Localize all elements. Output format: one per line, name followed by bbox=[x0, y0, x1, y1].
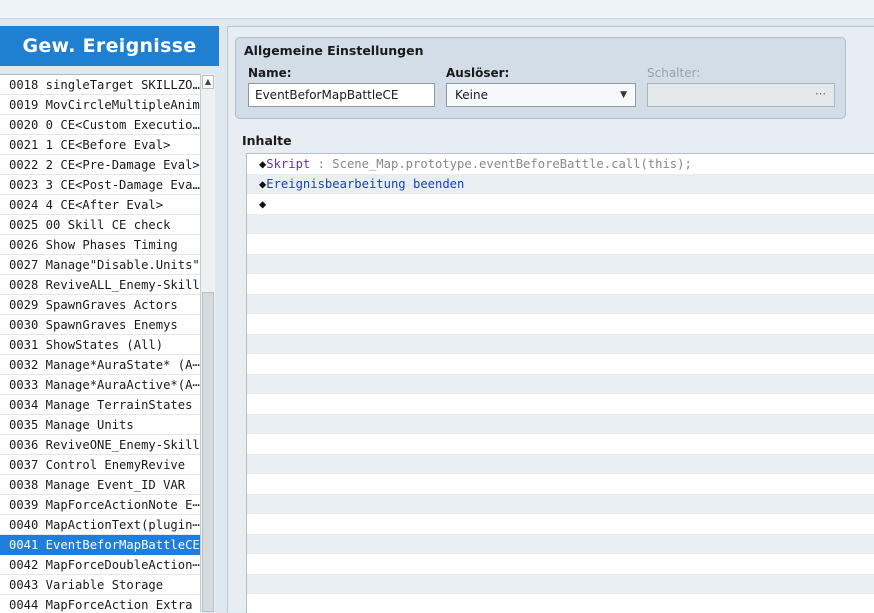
list-item[interactable]: 0036 ReviveONE_Enemy-Skill bbox=[0, 435, 200, 455]
event-commands-list[interactable]: ◆ Skript : Scene_Map.prototype.eventBefor… bbox=[246, 153, 874, 613]
switch-label: Schalter: bbox=[647, 66, 701, 80]
empty-command-row[interactable] bbox=[247, 514, 874, 534]
list-item[interactable]: 0021 1 CE<Before Eval> bbox=[0, 135, 200, 155]
list-item[interactable]: 0031 ShowStates (All) bbox=[0, 335, 200, 355]
empty-command-row[interactable] bbox=[247, 294, 874, 314]
empty-command-row[interactable] bbox=[247, 314, 874, 334]
list-item[interactable]: 0030 SpawnGraves Enemys bbox=[0, 315, 200, 335]
command-text: Ereignisbearbeitung beenden bbox=[266, 177, 465, 191]
switch-field: ⋯ bbox=[647, 83, 835, 107]
list-item[interactable]: 0044 MapForceAction Extra bbox=[0, 595, 200, 613]
list-item[interactable]: 0033 Manage*AuraActive*(A⋯ bbox=[0, 375, 200, 395]
list-item[interactable]: 0028 ReviveALL_Enemy-Skill bbox=[0, 275, 200, 295]
scroll-up-icon[interactable]: ▲ bbox=[202, 75, 214, 89]
common-events-list[interactable]: 0018 singleTarget SKILLZOOM 0019 MovCircl… bbox=[0, 74, 200, 613]
command-code: Scene_Map.prototype.eventBeforeBattle.ca… bbox=[332, 157, 692, 171]
list-item[interactable]: 0035 Manage Units bbox=[0, 415, 200, 435]
empty-command-row[interactable] bbox=[247, 474, 874, 494]
top-toolbar bbox=[0, 0, 874, 19]
list-item[interactable]: 0034 Manage TerrainStates bbox=[0, 395, 200, 415]
chevron-down-icon: ▼ bbox=[620, 90, 627, 100]
empty-command-row[interactable] bbox=[247, 434, 874, 454]
command-keyword: Skript bbox=[266, 157, 311, 171]
list-item[interactable]: 0023 3 CE<Post-Damage Eval> bbox=[0, 175, 200, 195]
list-item[interactable]: 0018 singleTarget SKILLZOOM bbox=[0, 75, 200, 95]
command-row[interactable]: ◆Ereignisbearbeitung beenden bbox=[247, 174, 874, 194]
common-events-panel: Gew. Ereignisse 0018 singleTarget SKILLZ… bbox=[0, 26, 219, 613]
list-item[interactable]: 0022 2 CE<Pre-Damage Eval> bbox=[0, 155, 200, 175]
contents-title: Inhalte bbox=[242, 133, 292, 148]
panel-title: Gew. Ereignisse bbox=[0, 26, 219, 66]
empty-command-row[interactable] bbox=[247, 254, 874, 274]
empty-command-row[interactable] bbox=[247, 394, 874, 414]
list-item[interactable]: 0025 00 Skill CE check bbox=[0, 215, 200, 235]
trigger-label: Auslöser: bbox=[446, 66, 510, 80]
trigger-select-value: Keine bbox=[455, 88, 488, 102]
empty-command-row[interactable] bbox=[247, 594, 874, 613]
scroll-thumb[interactable] bbox=[202, 292, 214, 612]
name-label: Name: bbox=[248, 66, 292, 80]
empty-command-row[interactable] bbox=[247, 354, 874, 374]
list-item[interactable]: 0043 Variable Storage bbox=[0, 575, 200, 595]
empty-command-row[interactable] bbox=[247, 534, 874, 554]
empty-command-row[interactable] bbox=[247, 274, 874, 294]
list-item[interactable]: 0037 Control EnemyRevive bbox=[0, 455, 200, 475]
empty-command-row[interactable] bbox=[247, 454, 874, 474]
command-separator: : bbox=[310, 157, 333, 171]
command-row[interactable]: ◆Skript : Scene_Map.prototype.eventBefor… bbox=[247, 154, 874, 174]
list-item[interactable]: 0038 Manage Event_ID VAR bbox=[0, 475, 200, 495]
empty-command-row[interactable] bbox=[247, 494, 874, 514]
command-row[interactable]: ◆ bbox=[247, 194, 874, 214]
name-input[interactable]: EventBeforMapBattleCE bbox=[248, 83, 435, 107]
command-marker-icon: ◆ bbox=[259, 197, 267, 211]
list-item[interactable]: 0042 MapForceDoubleAction⋯ bbox=[0, 555, 200, 575]
trigger-select[interactable]: Keine ▼ bbox=[446, 83, 636, 107]
settings-title: Allgemeine Einstellungen bbox=[244, 43, 424, 58]
list-item[interactable]: 0039 MapForceActionNote E⋯ bbox=[0, 495, 200, 515]
empty-command-row[interactable] bbox=[247, 234, 874, 254]
list-item[interactable]: 0032 Manage*AuraState* (A⋯ bbox=[0, 355, 200, 375]
list-item[interactable]: 0024 4 CE<After Eval> bbox=[0, 195, 200, 215]
list-item[interactable]: 0026 Show Phases Timing bbox=[0, 235, 200, 255]
general-settings-group: Allgemeine Einstellungen Name: Auslöser:… bbox=[235, 37, 846, 119]
list-item[interactable]: 0020 0 CE<Custom Execution> bbox=[0, 115, 200, 135]
switch-picker-button: ⋯ bbox=[815, 87, 826, 100]
list-item[interactable]: 0019 MovCircleMultipleAnim bbox=[0, 95, 200, 115]
empty-command-row[interactable] bbox=[247, 214, 874, 234]
empty-command-row[interactable] bbox=[247, 574, 874, 594]
list-item[interactable]: 0040 MapActionText(plugin⋯ bbox=[0, 515, 200, 535]
list-item[interactable]: 0041 EventBeforMapBattleCE bbox=[0, 535, 200, 555]
empty-command-row[interactable] bbox=[247, 554, 874, 574]
list-scrollbar[interactable]: ▲ bbox=[200, 74, 215, 612]
empty-command-row[interactable] bbox=[247, 414, 874, 434]
list-item[interactable]: 0027 Manage"Disable.Units" bbox=[0, 255, 200, 275]
empty-command-row[interactable] bbox=[247, 374, 874, 394]
empty-command-row[interactable] bbox=[247, 334, 874, 354]
list-item[interactable]: 0029 SpawnGraves Actors bbox=[0, 295, 200, 315]
